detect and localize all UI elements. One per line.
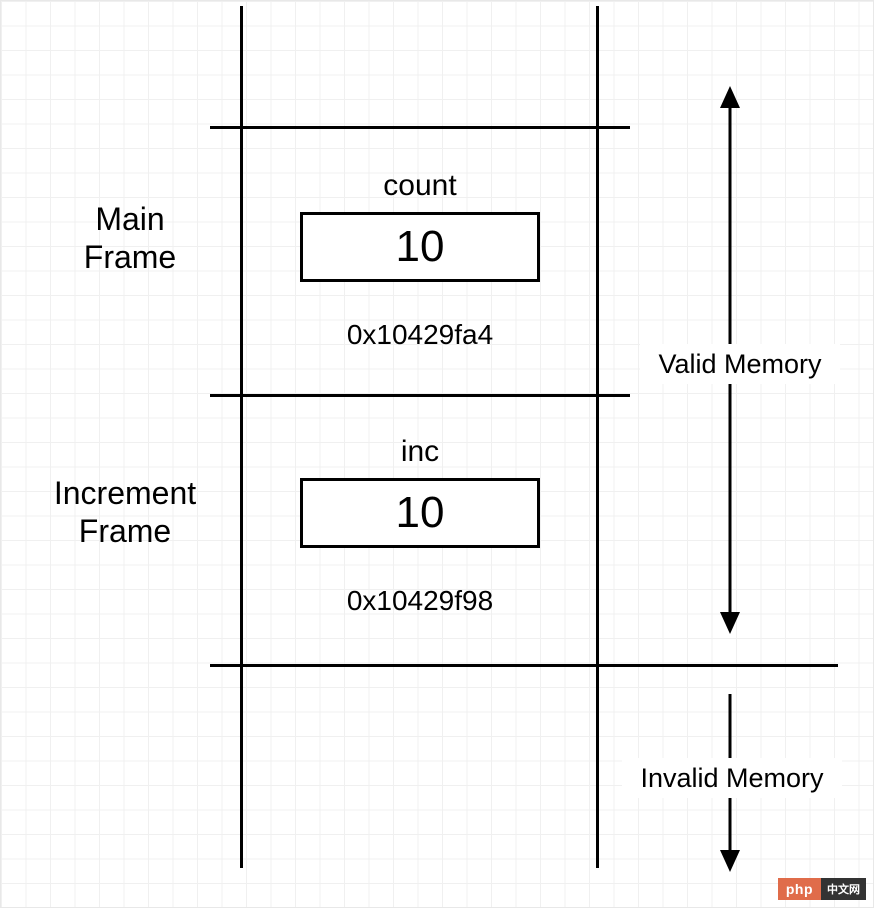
main-frame-label: Main Frame bbox=[60, 200, 200, 277]
arrow-up-icon bbox=[720, 86, 740, 108]
frame-top-separator bbox=[210, 126, 630, 129]
increment-frame-label-line2: Frame bbox=[20, 512, 230, 550]
main-frame-label-line2: Frame bbox=[60, 238, 200, 276]
main-var-address: 0x10429fa4 bbox=[300, 318, 540, 352]
main-frame-label-line1: Main bbox=[60, 200, 200, 238]
increment-frame-label: Increment Frame bbox=[20, 474, 230, 551]
inc-var-name: inc bbox=[300, 434, 540, 470]
watermark-cn: 中文网 bbox=[821, 878, 866, 900]
arrow-down-icon bbox=[720, 850, 740, 872]
inc-var-address: 0x10429f98 bbox=[300, 584, 540, 618]
main-var-value: 10 bbox=[396, 222, 445, 272]
main-var-name: count bbox=[300, 168, 540, 204]
stack-right-border bbox=[596, 6, 599, 868]
stack-left-border bbox=[240, 6, 243, 868]
inc-var-value: 10 bbox=[396, 488, 445, 538]
invalid-memory-label: Invalid Memory bbox=[622, 758, 842, 798]
inc-var-box: 10 bbox=[300, 478, 540, 548]
frame-bottom-separator bbox=[210, 664, 838, 667]
watermark-php: php bbox=[778, 878, 821, 900]
main-var-box: 10 bbox=[300, 212, 540, 282]
valid-memory-label: Valid Memory bbox=[640, 344, 840, 384]
frame-middle-separator bbox=[210, 394, 630, 397]
watermark: php 中文网 bbox=[778, 878, 866, 900]
increment-frame-label-line1: Increment bbox=[20, 474, 230, 512]
arrow-down-icon bbox=[720, 612, 740, 634]
